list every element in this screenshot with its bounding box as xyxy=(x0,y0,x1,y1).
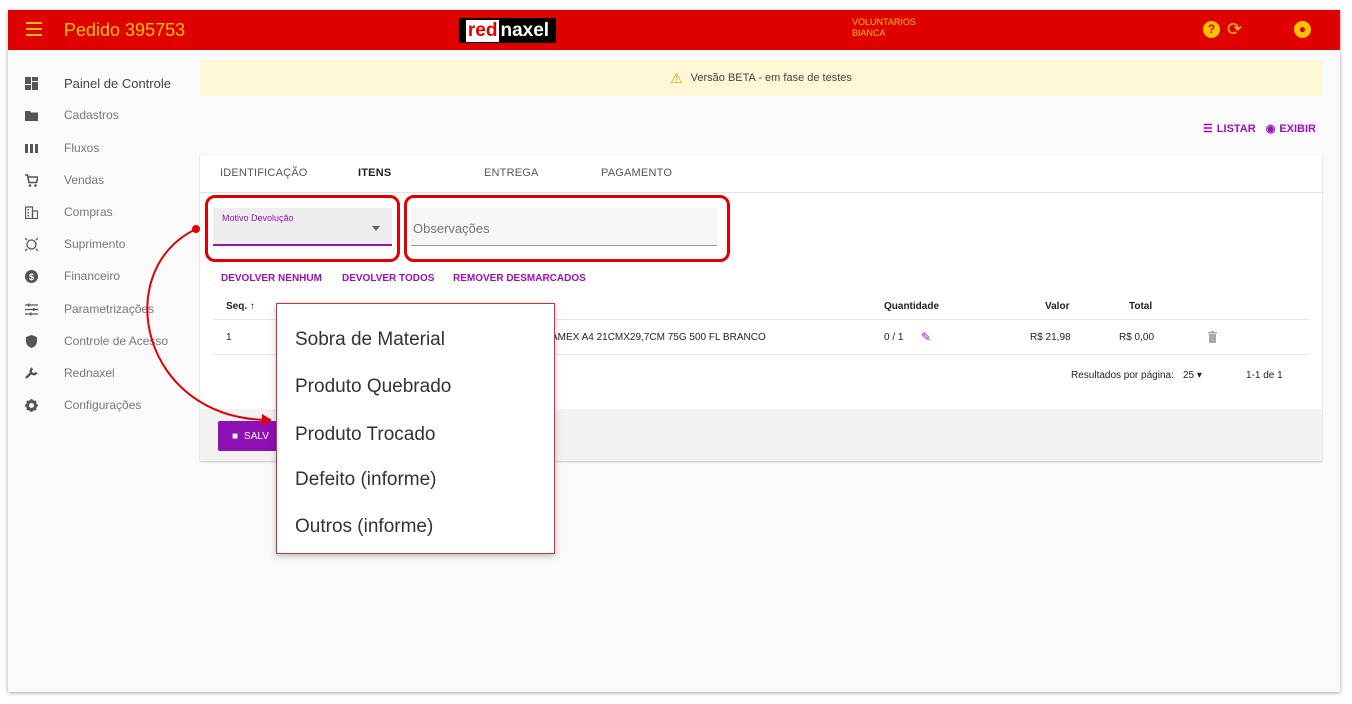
shopping-cart-icon xyxy=(25,173,38,187)
help-icon[interactable]: ? xyxy=(1203,21,1220,38)
view-button[interactable]: ◉ EXIBIR xyxy=(1265,122,1316,136)
list-button-label: LISTAR xyxy=(1216,122,1256,135)
sidebar: Painel de Controle Cadastros Fluxos Vend… xyxy=(8,50,198,692)
beta-banner: ⚠ Versão BETA - em fase de testes xyxy=(200,60,1322,96)
app-window: Pedido 395753 red naxel VOLUNTARIOS BIANC… xyxy=(8,10,1340,692)
shield-icon xyxy=(26,334,37,348)
save-icon: ■ xyxy=(232,430,239,442)
sidebar-item-label: Compras xyxy=(64,205,113,219)
highlight-box-reason xyxy=(205,195,400,262)
user-name: BIANCA xyxy=(852,28,886,38)
sidebar-item-label: Painel de Controle xyxy=(64,75,171,91)
sidebar-item-suprimento[interactable]: Suprimento xyxy=(8,229,198,259)
tune-icon xyxy=(25,303,38,315)
arrow-up-icon: ↑ xyxy=(249,301,255,312)
sidebar-item-label: Fluxos xyxy=(64,141,100,155)
scan-icon xyxy=(25,237,38,251)
pagination-range: 1-1 de 1 xyxy=(1246,370,1283,381)
user-info: VOLUNTARIOS BIANCA xyxy=(852,17,916,39)
option-produto-quebrado[interactable]: Produto Quebrado xyxy=(295,376,451,398)
folder-icon xyxy=(25,110,38,121)
tab-pagamento[interactable]: PAGAMENTO xyxy=(601,167,672,179)
list-button[interactable]: ☰ LISTAR xyxy=(1202,122,1256,136)
row-value: R$ 21,98 xyxy=(1030,332,1071,343)
user-group: VOLUNTARIOS xyxy=(852,17,916,27)
hamburger-menu-icon[interactable] xyxy=(26,22,42,36)
view-actions: ☰ LISTAR ◉ EXIBIR xyxy=(1193,122,1316,136)
row-total: R$ 0,00 xyxy=(1119,332,1155,343)
sidebar-item-label: Financeiro xyxy=(64,269,121,283)
sidebar-item-vendas[interactable]: Vendas xyxy=(8,165,198,195)
eye-icon: ◉ xyxy=(1265,123,1276,135)
column-header-seq[interactable]: Seq. ↑ xyxy=(226,301,255,312)
return-all-button[interactable]: DEVOLVER TODOS xyxy=(342,273,434,284)
sidebar-item-label: Rednaxel xyxy=(64,366,115,380)
sidebar-item-label: Parametrizações xyxy=(64,302,155,316)
sidebar-item-label: Configurações xyxy=(64,398,142,412)
highlight-box-observations xyxy=(404,195,730,262)
sidebar-item-controle-de-acesso[interactable]: Controle de Acesso xyxy=(8,326,198,356)
sidebar-item-label: Vendas xyxy=(64,173,105,187)
sidebar-item-configuracoes[interactable]: Configurações xyxy=(8,390,198,420)
beta-banner-text: Versão BETA - em fase de testes xyxy=(690,72,852,84)
return-none-button[interactable]: DEVOLVER NENHUM xyxy=(221,273,322,284)
sidebar-item-fluxos[interactable]: Fluxos xyxy=(8,133,198,163)
building-icon xyxy=(25,205,38,219)
save-button-label: SALV xyxy=(244,430,269,442)
sidebar-item-rednaxel[interactable]: Rednaxel xyxy=(8,358,198,388)
view-button-label: EXIBIR xyxy=(1279,122,1316,135)
sidebar-item-painel-de-controle[interactable]: Painel de Controle xyxy=(8,68,198,98)
svg-text:$: $ xyxy=(29,272,34,282)
row-product: AMEX A4 21CMX29,7CM 75G 500 FL BRANCO xyxy=(551,332,766,343)
logo-part-red: red xyxy=(465,19,500,42)
tab-identificacao[interactable]: IDENTIFICAÇÃO xyxy=(220,167,308,179)
top-bar: Pedido 395753 red naxel VOLUNTARIOS BIANC… xyxy=(8,10,1340,50)
per-page-select[interactable]: 25 ▾ xyxy=(1183,370,1202,381)
row-quantity: 0 / 1 xyxy=(884,332,904,343)
sidebar-item-label: Controle de Acesso xyxy=(64,334,169,348)
column-header-quantity[interactable]: Quantidade xyxy=(884,301,939,312)
remove-unchecked-button[interactable]: REMOVER DESMARCADOS xyxy=(453,273,586,284)
wrench-icon xyxy=(25,366,38,379)
option-defeito[interactable]: Defeito (informe) xyxy=(295,469,437,491)
pagination-label: Resultados por página: xyxy=(1071,370,1174,381)
warning-icon: ⚠ xyxy=(670,69,683,86)
column-header-value[interactable]: Valor xyxy=(1045,301,1069,312)
sidebar-item-cadastros[interactable]: Cadastros xyxy=(8,100,198,130)
list-icon: ☰ xyxy=(1202,123,1213,135)
money-icon: $ xyxy=(25,269,38,283)
return-reason-dropdown: Sobra de Material Produto Quebrado Produ… xyxy=(276,303,555,554)
page-title: Pedido 395753 xyxy=(64,20,186,40)
sidebar-item-parametrizacoes[interactable]: Parametrizações xyxy=(8,294,198,324)
trash-icon[interactable] xyxy=(1208,331,1217,343)
per-page-value: 25 xyxy=(1183,370,1195,381)
save-button[interactable]: ■ SALV xyxy=(218,421,278,451)
option-outros[interactable]: Outros (informe) xyxy=(295,516,433,538)
dashboard-icon xyxy=(25,76,38,90)
tab-entrega[interactable]: ENTREGA xyxy=(484,167,539,179)
edit-pencil-icon[interactable]: ✎ xyxy=(921,330,931,344)
account-icon[interactable]: ● xyxy=(1294,21,1311,38)
columns-icon xyxy=(25,143,38,153)
rednaxel-logo: red naxel xyxy=(459,18,556,43)
logo-part-naxel: naxel xyxy=(500,19,550,41)
sidebar-item-label: Suprimento xyxy=(64,237,126,251)
row-seq: 1 xyxy=(226,332,232,343)
column-header-total[interactable]: Total xyxy=(1129,301,1152,312)
sidebar-item-compras[interactable]: Compras xyxy=(8,197,198,227)
caret-down-icon: ▾ xyxy=(1196,370,1202,381)
column-header-seq-label: Seq. xyxy=(226,301,248,312)
tab-bar: IDENTIFICAÇÃO ITENS ENTREGA PAGAMENTO xyxy=(200,155,1322,193)
sidebar-item-financeiro[interactable]: $ Financeiro xyxy=(8,261,198,291)
gear-icon xyxy=(25,398,38,412)
option-sobra-de-material[interactable]: Sobra de Material xyxy=(295,329,445,351)
refresh-icon[interactable]: ⟳ xyxy=(1227,19,1242,40)
tab-itens[interactable]: ITENS xyxy=(358,167,391,179)
sidebar-item-label: Cadastros xyxy=(64,108,119,122)
option-produto-trocado[interactable]: Produto Trocado xyxy=(295,424,435,446)
